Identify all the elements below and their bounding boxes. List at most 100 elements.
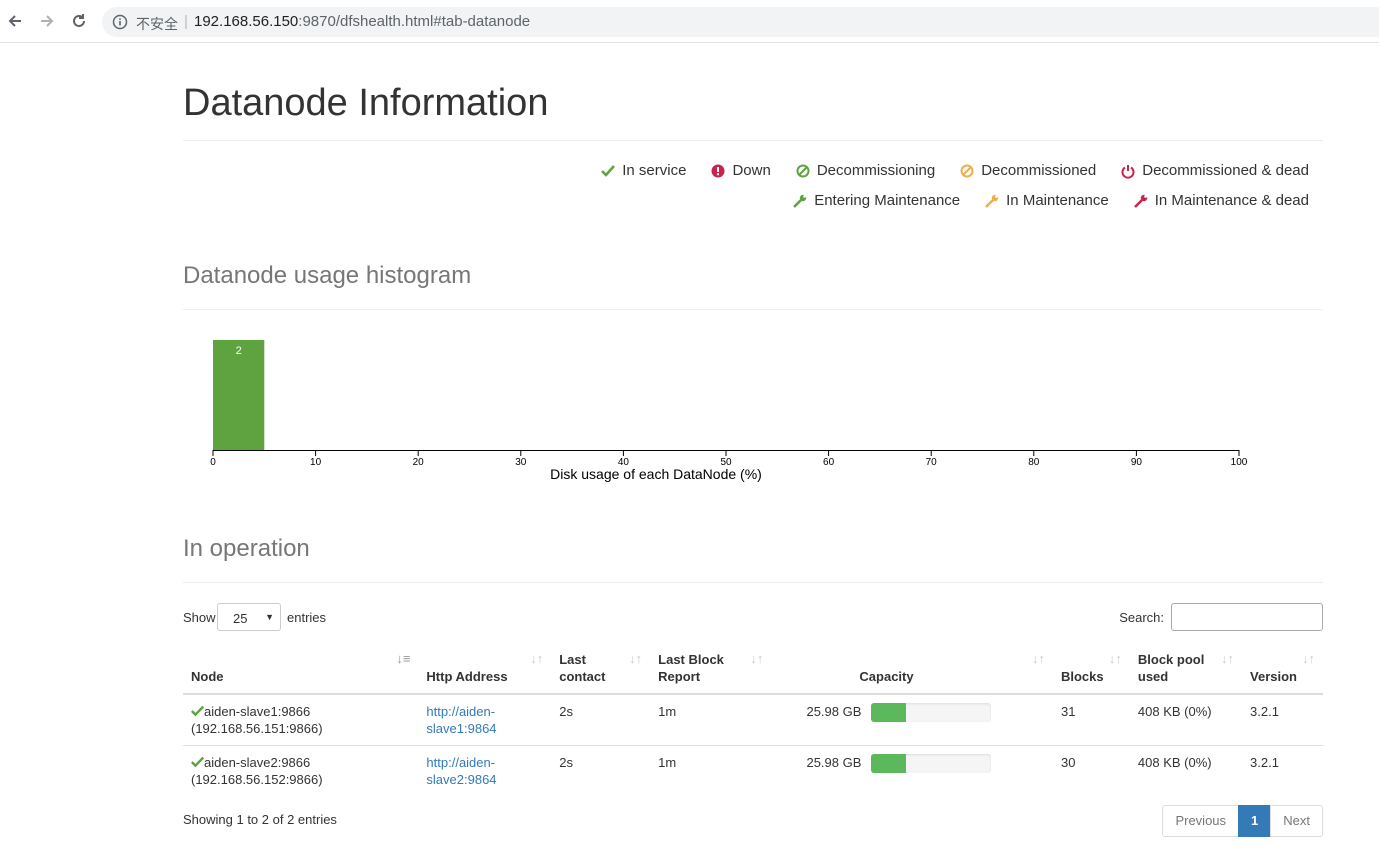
page-length-select[interactable]: 25 ▼ bbox=[217, 603, 281, 631]
col-label: Blocks bbox=[1060, 669, 1104, 684]
sort-icon[interactable]: ↓↑ bbox=[750, 650, 763, 667]
divider bbox=[183, 140, 1323, 141]
show-label: Show bbox=[183, 610, 216, 625]
capacity-text: 25.98 GB bbox=[806, 755, 862, 770]
last-contact-cell: 2s bbox=[551, 693, 651, 746]
exclamation-circle-icon bbox=[711, 164, 725, 177]
sort-icon[interactable]: ↓↑ bbox=[1032, 650, 1045, 667]
arrow-left-icon bbox=[8, 15, 21, 27]
usage-histogram: 20 10 20 30 40 50 60 70 80 90 100Disk usage of eac… bbox=[210, 340, 1248, 482]
last-block-report-cell: 1m bbox=[650, 693, 772, 746]
page-length-value: 25 bbox=[233, 611, 248, 626]
divider bbox=[183, 582, 1323, 583]
version-cell: 3.2.1 bbox=[1242, 745, 1323, 796]
legend-row-1: In service Down Decommissioning Decommissio… bbox=[576, 162, 1309, 179]
node-name: aiden-slave1:9866 bbox=[204, 704, 311, 719]
forward-button[interactable] bbox=[37, 11, 57, 31]
sort-icon[interactable]: ↓↑ bbox=[629, 650, 642, 667]
legend-label: Decommissioned & dead bbox=[1142, 162, 1309, 179]
node-name: aiden-slave2:9866 bbox=[204, 755, 311, 770]
histogram-bar-label: 2 bbox=[236, 345, 242, 357]
x-tick-label: 100 bbox=[1231, 457, 1248, 468]
page-1-button[interactable]: 1 bbox=[1238, 805, 1272, 837]
last-contact-cell: 2s bbox=[551, 745, 651, 796]
x-tick-label: 70 bbox=[926, 457, 938, 468]
sort-icon[interactable]: ↓↑ bbox=[530, 650, 543, 667]
legend-item: Down bbox=[710, 162, 771, 179]
col-node[interactable]: Node ↓≡ bbox=[183, 642, 419, 695]
histogram-heading: Datanode usage histogram bbox=[183, 262, 472, 289]
http-address-link[interactable]: http://aiden-slave2:9864 bbox=[426, 755, 496, 787]
table-controls: Show 25 ▼ entries Search: bbox=[183, 602, 1323, 634]
x-axis-label: Disk usage of each DataNode (%) bbox=[550, 466, 762, 482]
block-pool-used-cell: 408 KB (0%) bbox=[1129, 745, 1243, 796]
previous-button[interactable]: Previous bbox=[1162, 805, 1240, 837]
x-tick-label: 10 bbox=[310, 457, 322, 468]
col-label: Capacity bbox=[859, 669, 914, 684]
legend-row-2: Entering Maintenance In Maintenance In Mai… bbox=[768, 192, 1309, 209]
legend-item: Decommissioned bbox=[959, 162, 1096, 179]
blocks-cell: 30 bbox=[1052, 745, 1130, 796]
col-label: Version bbox=[1250, 669, 1297, 684]
caret-down-icon: ▼ bbox=[265, 612, 274, 622]
address-bar[interactable]: 不安全 | 192.168.56.150:9870/dfshealth.html… bbox=[102, 7, 1379, 37]
operation-heading: In operation bbox=[183, 535, 310, 562]
col-capacity[interactable]: Capacity ↓↑ bbox=[771, 642, 1053, 695]
capacity-cell: 25.98 GB bbox=[771, 693, 1053, 746]
col-label: Node bbox=[191, 669, 224, 684]
ban-icon bbox=[960, 164, 974, 177]
back-button[interactable] bbox=[5, 11, 25, 31]
sort-icon[interactable]: ↓↑ bbox=[1221, 650, 1234, 667]
col-label-line1: Last bbox=[559, 652, 586, 667]
col-version[interactable]: Version ↓↑ bbox=[1242, 642, 1323, 695]
legend-label: In Maintenance & dead bbox=[1154, 192, 1309, 209]
next-button[interactable]: Next bbox=[1270, 805, 1323, 837]
col-label-line2: contact bbox=[559, 669, 606, 684]
block-pool-used-cell: 408 KB (0%) bbox=[1129, 693, 1243, 746]
url-text[interactable]: 192.168.56.150:9870/dfshealth.html#tab-d… bbox=[194, 13, 530, 30]
col-blocks[interactable]: Blocks ↓↑ bbox=[1052, 642, 1130, 695]
entries-label: entries bbox=[287, 610, 327, 625]
capacity-text: 25.98 GB bbox=[806, 704, 862, 719]
col-http-address[interactable]: Http Address ↓↑ bbox=[418, 642, 552, 695]
legend-item: Decommissioned & dead bbox=[1120, 162, 1309, 179]
x-tick-label: 60 bbox=[823, 457, 835, 468]
x-tick-label: 30 bbox=[515, 457, 527, 468]
pagination: Previous 1 Next bbox=[1162, 805, 1323, 837]
search-input[interactable] bbox=[1171, 603, 1323, 631]
legend-item: In service bbox=[600, 162, 686, 179]
wrench-icon bbox=[1133, 194, 1147, 208]
table-row: aiden-slave2:9866 (192.168.56.152:9866) ht… bbox=[183, 745, 1323, 796]
insecure-label: 不安全 bbox=[136, 16, 178, 32]
node-cell: aiden-slave1:9866 (192.168.56.151:9866) bbox=[183, 693, 419, 746]
col-label-line2: used bbox=[1137, 669, 1169, 684]
legend-label: Decommissioning bbox=[816, 162, 936, 179]
capacity-cell: 25.98 GB bbox=[771, 745, 1053, 796]
sort-icon[interactable]: ↓↑ bbox=[1109, 650, 1122, 667]
info-icon[interactable] bbox=[112, 14, 128, 30]
col-last-block-report[interactable]: Last Block Report ↓↑ bbox=[650, 642, 772, 695]
col-label-line2: Report bbox=[658, 669, 701, 684]
sort-asc-icon[interactable]: ↓≡ bbox=[396, 650, 410, 667]
legend-label: In service bbox=[622, 162, 687, 179]
url-host: 192.168.56.150 bbox=[194, 13, 299, 30]
check-icon bbox=[190, 705, 205, 717]
link-text-line1: http://aiden- bbox=[426, 704, 496, 719]
capacity-bar-fill bbox=[871, 703, 907, 722]
x-tick-label: 20 bbox=[413, 457, 425, 468]
col-block-pool-used[interactable]: Block pool used ↓↑ bbox=[1129, 642, 1243, 695]
reload-icon bbox=[73, 14, 85, 27]
wrench-icon bbox=[793, 194, 807, 208]
sort-icon[interactable]: ↓↑ bbox=[1302, 650, 1315, 667]
col-last-contact[interactable]: Last contact ↓↑ bbox=[551, 642, 651, 695]
x-tick-label: 80 bbox=[1028, 457, 1040, 468]
link-text-line2: slave1:9864 bbox=[426, 721, 497, 736]
last-block-report-cell: 1m bbox=[650, 745, 772, 796]
capacity-bar bbox=[871, 703, 992, 722]
reload-button[interactable] bbox=[69, 11, 89, 31]
version-cell: 3.2.1 bbox=[1242, 693, 1323, 746]
http-address-link[interactable]: http://aiden-slave1:9864 bbox=[426, 704, 496, 736]
ban-icon bbox=[796, 164, 810, 177]
node-ip: (192.168.56.152:9866) bbox=[191, 772, 323, 787]
link-text-line1: http://aiden- bbox=[426, 755, 496, 770]
